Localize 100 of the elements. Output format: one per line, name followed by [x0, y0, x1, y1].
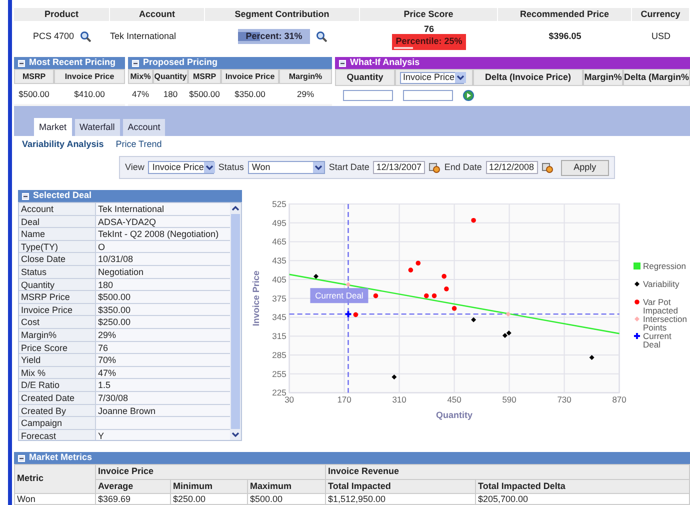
column-header: Mix% [128, 69, 153, 84]
column-header: Account [110, 8, 205, 21]
axis-title: Quantity [436, 410, 473, 420]
legend-label: Current Deal [643, 331, 672, 350]
axis-label: 30 [284, 394, 294, 405]
axis-label: 495 [272, 218, 286, 228]
table-cell: $205,700.00 [476, 494, 690, 504]
panel-title: Selected Deal [33, 189, 92, 202]
field-label: Created Date [19, 392, 96, 404]
axis-label: 590 [502, 394, 516, 405]
column-header: MSRP [188, 69, 221, 84]
field-label: Quantity [19, 278, 96, 290]
tooltip: Current Deal [310, 288, 368, 304]
field-label: Created By [19, 404, 96, 416]
column-header: MSRP [14, 69, 54, 84]
column-header: Metric [14, 464, 96, 494]
field-label: Type(TY) [19, 240, 96, 252]
table-cell: $250.00 [170, 494, 248, 504]
table-cell: $369.69 [96, 494, 170, 504]
table-cell: $500.00 [188, 84, 221, 104]
axis-label: 315 [272, 331, 286, 342]
axis-label: 255 [272, 368, 286, 379]
table-cell: 47% [128, 84, 153, 104]
field-label: MSRP Price [19, 291, 96, 303]
field-label: Status [218, 160, 244, 174]
tab-link[interactable]: Variability Analysis [22, 138, 104, 152]
dropdown[interactable]: Won [248, 161, 325, 174]
field-label: View [125, 160, 144, 174]
field-label: Margin% [19, 328, 96, 341]
column-header: Invoice Price [54, 69, 125, 84]
axis-label: 450 [447, 394, 462, 405]
dropdown[interactable]: Invoice Price [400, 72, 464, 84]
tab[interactable]: Waterfall [74, 119, 120, 136]
field-label: Price Score [19, 342, 96, 354]
column-header: Margin% [583, 69, 623, 86]
column-header: Currency [632, 8, 690, 21]
price-score: 76 [424, 24, 434, 34]
field-label: Mix % [19, 366, 96, 378]
legend-label: Regression [643, 261, 686, 271]
legend-label: Intersection Points [643, 314, 687, 332]
field-label: Cost [19, 316, 96, 328]
column-header: Delta (Invoice Price) [473, 69, 583, 86]
column-header: Total Impacted Delta [476, 479, 690, 494]
axis-label: 310 [392, 394, 406, 405]
table-cell-text: PCS 4700 [32, 30, 74, 43]
table-cell-text: Tek International [110, 30, 178, 43]
panel-title: Proposed Pricing [143, 56, 218, 70]
column-header: Invoice Price [221, 69, 279, 84]
field-label: Forecast [19, 430, 96, 440]
tab[interactable]: Account [122, 119, 166, 136]
table-cell: $500.00 [248, 494, 326, 504]
field-label: Start Date [328, 160, 370, 174]
field-label: Account [19, 203, 96, 215]
table-cell: $410.00 [54, 84, 125, 104]
date-field[interactable]: 12/13/2007 [373, 161, 426, 174]
axis-label: 225 [272, 388, 286, 398]
score-bar: Percentile: 25% [392, 34, 466, 50]
table-cell-text: USD [650, 30, 672, 43]
axis-label: 170 [337, 394, 352, 405]
field-label: Name [19, 228, 96, 240]
axis-label: 525 [272, 199, 286, 209]
column-header: Minimum [170, 479, 248, 494]
column-header: Delta (Margin% [623, 69, 690, 86]
column-header: Quantity [335, 69, 395, 86]
axis-label: 730 [557, 394, 572, 405]
axis-label: 375 [272, 293, 286, 304]
column-header: Product [14, 8, 110, 21]
tab[interactable]: Market [34, 118, 72, 136]
table-cell: $500.00 [14, 84, 54, 104]
table-cell-text: $396.05 [548, 30, 582, 43]
panel-title: What-If Analysis [350, 57, 420, 70]
axis-label: 465 [272, 236, 286, 247]
column-header: Margin% [279, 69, 332, 84]
field-label: Campaign [19, 417, 96, 429]
column-header: Recommended Price [498, 8, 632, 21]
table-cell: $1,512,950.00 [326, 494, 476, 504]
field-label: Invoice Price [19, 304, 96, 316]
panel-title: Market Metrics [29, 451, 92, 464]
column-header: Price Score [360, 8, 498, 21]
field-label: Yield [19, 354, 96, 366]
tab-link[interactable]: Price Trend [116, 138, 162, 152]
axis-label: 435 [272, 256, 286, 266]
column-header: Total Impacted [326, 479, 476, 494]
panel-title: Most Recent Pricing [29, 56, 116, 70]
progress-bar: Percent: 31% [238, 29, 310, 44]
table-cell: 180 [153, 84, 188, 104]
apply-button[interactable]: Apply [560, 160, 609, 176]
axis-title: Invoice Price [251, 270, 261, 326]
axis-label: 870 [612, 394, 626, 405]
field-label: Deal [19, 216, 96, 228]
field-label: Close Date [19, 253, 96, 265]
annotation: Current Deal [315, 290, 364, 301]
dropdown[interactable]: Invoice Price [148, 161, 214, 174]
column-header: Average [96, 479, 170, 494]
column-header: Maximum [248, 479, 326, 494]
table-cell: Won [14, 494, 96, 504]
date-field[interactable]: 12/12/2008 [486, 161, 538, 174]
column-header: Invoice Revenue [326, 464, 690, 479]
legend-label: Variability [643, 279, 680, 289]
field-label: D/E Ratio [19, 379, 96, 391]
